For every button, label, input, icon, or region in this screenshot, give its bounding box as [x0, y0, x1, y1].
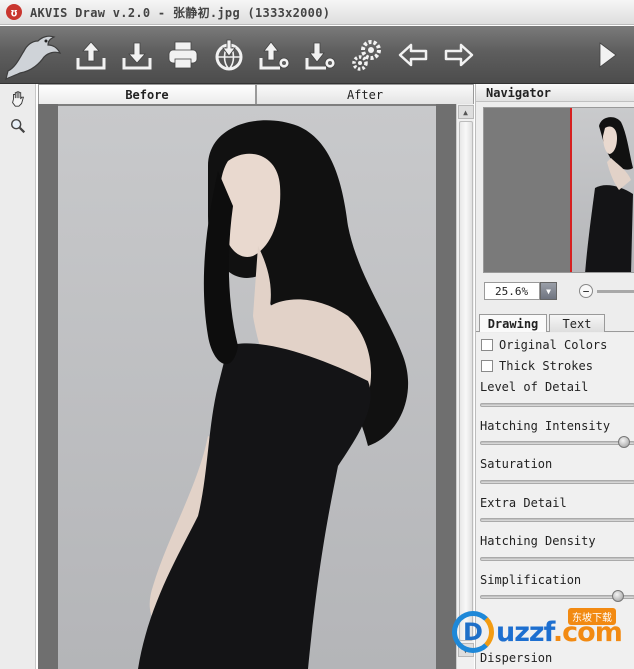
preferences-button[interactable]: [344, 32, 390, 78]
canvas-margin-right: [436, 104, 456, 669]
hatching-intensity-slider[interactable]: [480, 436, 634, 448]
tab-drawing[interactable]: Drawing: [479, 314, 547, 332]
watermark-logo-icon: D: [452, 611, 494, 653]
param-label: Hatching Intensity: [480, 419, 611, 433]
original-colors-label: Original Colors: [499, 338, 608, 352]
gears-icon: [352, 39, 381, 71]
hatching-density-slider[interactable]: [480, 557, 634, 561]
original-colors-option[interactable]: Original Colors: [481, 337, 607, 353]
zoom-slider[interactable]: [597, 290, 634, 293]
thick-strokes-label: Thick Strokes: [499, 359, 593, 373]
globe-download-icon: [215, 39, 243, 70]
watermark-badge: 东坡下载: [568, 608, 616, 625]
scroll-thumb[interactable]: [458, 121, 473, 641]
akvis-app-icon[interactable]: ʊ: [6, 4, 22, 20]
zoom-tool[interactable]: [6, 114, 30, 138]
undo-button[interactable]: [390, 32, 436, 78]
magnifier-icon: [10, 118, 26, 134]
thick-strokes-checkbox[interactable]: [481, 360, 493, 372]
window-title: AKVIS Draw v.2.0 - 张静初.jpg (1333x2000): [30, 5, 331, 20]
upload-gear-icon: [259, 40, 290, 69]
slider-knob[interactable]: [612, 590, 624, 602]
zoom-out-button[interactable]: −: [579, 284, 593, 298]
hand-icon: [12, 91, 24, 107]
param-label: Level of Detail: [480, 380, 589, 394]
right-panel: Navigator 25.6% ▼ − Drawing Text Origina…: [475, 84, 634, 669]
scroll-up-arrow-icon[interactable]: ▲: [457, 105, 474, 119]
download-tray-icon: [122, 42, 152, 69]
view-tabs: Before After: [38, 84, 474, 104]
navigator-thumbnail: [571, 108, 634, 272]
save-button[interactable]: [114, 32, 160, 78]
open-button[interactable]: [68, 32, 114, 78]
thick-strokes-option[interactable]: Thick Strokes: [481, 358, 593, 374]
param-label: Saturation: [480, 457, 553, 471]
play-icon: [599, 41, 617, 68]
zoom-dropdown-icon[interactable]: ▼: [540, 282, 557, 300]
navigator-preview[interactable]: [483, 107, 634, 273]
download-gear-icon: [305, 42, 336, 69]
param-label: Simplification: [480, 573, 582, 587]
site-watermark: D uzzf.com 东坡下载: [452, 606, 630, 658]
canvas-margin-left: [38, 104, 58, 669]
navigator-portrait: [585, 117, 633, 272]
tab-after[interactable]: After: [256, 84, 474, 104]
zoom-controls: 25.6% ▼ −: [476, 282, 634, 302]
portrait-figure: [138, 120, 409, 669]
print-button[interactable]: [160, 32, 206, 78]
param-label: Extra Detail: [480, 496, 567, 510]
run-button[interactable]: [584, 32, 630, 78]
navigator-view-frame[interactable]: [570, 108, 572, 272]
tab-text[interactable]: Text: [549, 314, 605, 332]
simplification-slider[interactable]: [480, 590, 634, 602]
navigator-title: Navigator: [476, 84, 634, 102]
settings-tabs: Drawing Text: [476, 314, 634, 332]
image-canvas[interactable]: [38, 104, 456, 669]
arrow-left-icon: [398, 43, 428, 66]
printer-icon: [168, 41, 198, 68]
upload-tray-icon: [76, 40, 106, 69]
arrow-right-icon: [444, 43, 474, 66]
load-preset-button[interactable]: [252, 32, 298, 78]
param-label: Hatching Density: [480, 534, 596, 548]
title-bar: ʊ AKVIS Draw v.2.0 - 张静初.jpg (1333x2000): [0, 0, 634, 25]
original-colors-checkbox[interactable]: [481, 339, 493, 351]
left-tool-strip: [0, 84, 36, 669]
saturation-slider[interactable]: [480, 480, 634, 484]
bird-logo-icon: [5, 35, 62, 80]
main-toolbar: [0, 26, 634, 84]
extra-detail-slider[interactable]: [480, 518, 634, 522]
level-of-detail-slider[interactable]: [480, 403, 634, 407]
hand-tool[interactable]: [6, 87, 30, 111]
tab-before[interactable]: Before: [38, 84, 256, 104]
portrait-photo: [58, 106, 436, 669]
share-button[interactable]: [206, 32, 252, 78]
redo-button[interactable]: [436, 32, 482, 78]
canvas-vertical-scrollbar[interactable]: ▲ ▼: [456, 104, 474, 669]
slider-knob[interactable]: [618, 436, 630, 448]
zoom-field[interactable]: 25.6%: [484, 282, 540, 300]
save-preset-button[interactable]: [298, 32, 344, 78]
